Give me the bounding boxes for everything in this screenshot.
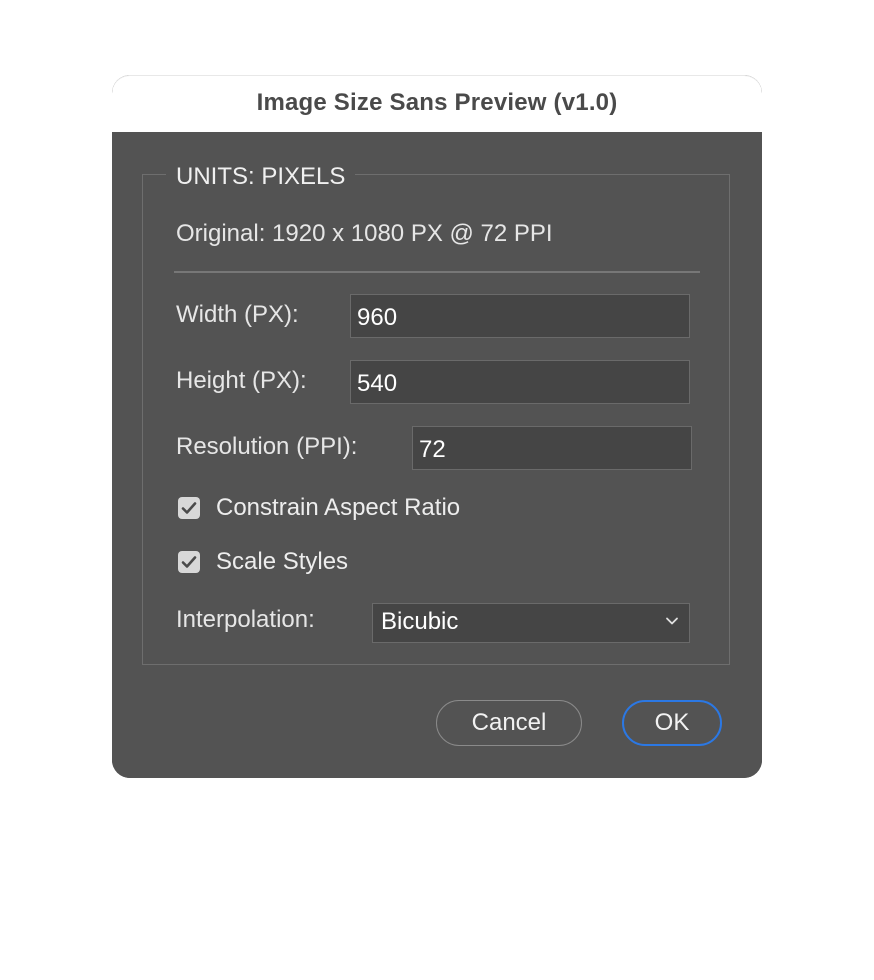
constrain-aspect-ratio-option[interactable]: Constrain Aspect Ratio bbox=[178, 493, 460, 523]
chevron-down-icon bbox=[666, 617, 678, 625]
height-label: Height (PX): bbox=[176, 367, 307, 394]
width-label: Width (PX): bbox=[176, 301, 299, 328]
scale-styles-checkbox[interactable] bbox=[178, 551, 200, 573]
height-input[interactable] bbox=[350, 360, 690, 404]
checkmark-icon bbox=[181, 502, 197, 514]
width-input[interactable] bbox=[350, 294, 690, 338]
dialog-title: Image Size Sans Preview (v1.0) bbox=[256, 89, 618, 116]
dialog-body: UNITS: PIXELS Original: 1920 x 1080 PX @… bbox=[112, 132, 762, 778]
scale-styles-label: Scale Styles bbox=[216, 548, 349, 575]
divider bbox=[174, 271, 700, 273]
interpolation-value: Bicubic bbox=[381, 608, 459, 635]
units-legend: UNITS: PIXELS bbox=[166, 161, 356, 193]
cancel-button[interactable]: Cancel bbox=[436, 700, 582, 746]
interpolation-select[interactable]: Bicubic bbox=[372, 603, 690, 643]
image-size-dialog: Image Size Sans Preview (v1.0) UNITS: PI… bbox=[112, 75, 762, 778]
constrain-aspect-ratio-label: Constrain Aspect Ratio bbox=[216, 494, 461, 521]
scale-styles-option[interactable]: Scale Styles bbox=[178, 547, 348, 577]
original-size-text: Original: 1920 x 1080 PX @ 72 PPI bbox=[176, 220, 553, 247]
resolution-label: Resolution (PPI): bbox=[176, 433, 358, 460]
resolution-input[interactable] bbox=[412, 426, 692, 470]
interpolation-label: Interpolation: bbox=[176, 606, 315, 633]
title-bar[interactable]: Image Size Sans Preview (v1.0) bbox=[112, 75, 762, 132]
constrain-aspect-ratio-checkbox[interactable] bbox=[178, 497, 200, 519]
checkmark-icon bbox=[181, 556, 197, 568]
ok-button[interactable]: OK bbox=[622, 700, 722, 746]
